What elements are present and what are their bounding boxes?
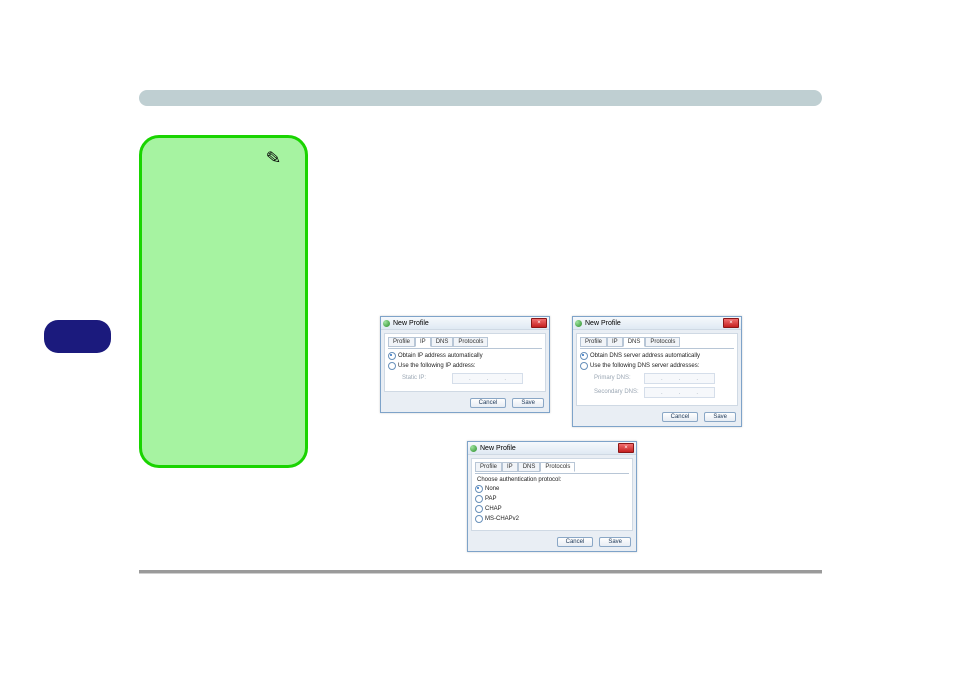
ip-manual-label: Use the following IP address: [398, 363, 476, 369]
ip-auto-label: Obtain IP address automatically [398, 353, 483, 359]
dns-auto-label: Obtain DNS server address automatically [590, 353, 700, 359]
tab-ip[interactable]: IP [607, 337, 623, 347]
radio-proto-none[interactable] [475, 485, 483, 493]
radio-proto-chap[interactable] [475, 505, 483, 513]
tab-dns[interactable]: DNS [518, 462, 541, 472]
dns-manual-label: Use the following DNS server addresses: [590, 363, 699, 369]
tab-profile[interactable]: Profile [580, 337, 607, 347]
radio-ip-manual[interactable] [388, 362, 396, 370]
dialog-title: New Profile [480, 445, 516, 452]
tabs: Profile IP DNS Protocols [580, 336, 734, 346]
radio-dns-auto[interactable] [580, 352, 588, 360]
side-pill [44, 320, 111, 353]
auth-heading: Choose authentication protocol: [477, 477, 629, 483]
tab-dns[interactable]: DNS [623, 337, 646, 347]
cancel-button[interactable]: Cancel [662, 412, 699, 422]
tab-protocols[interactable]: Protocols [540, 462, 575, 472]
tab-ip[interactable]: IP [502, 462, 518, 472]
new-profile-dialog-ip: New Profile × Profile IP DNS Protocols O… [380, 316, 550, 413]
proto-chap-label: CHAP [485, 506, 502, 512]
save-button[interactable]: Save [512, 398, 544, 408]
tab-protocols[interactable]: Protocols [453, 337, 488, 347]
static-ip-field[interactable]: ... [452, 373, 523, 384]
tab-profile[interactable]: Profile [388, 337, 415, 347]
secondary-dns-label: Secondary DNS: [594, 389, 644, 395]
dialog-title-bar[interactable]: New Profile × [573, 317, 741, 330]
tabs: Profile IP DNS Protocols [388, 336, 542, 346]
dialog-title-bar[interactable]: New Profile × [381, 317, 549, 330]
proto-none-label: None [485, 486, 499, 492]
save-button[interactable]: Save [704, 412, 736, 422]
primary-dns-label: Primary DNS: [594, 375, 644, 381]
globe-icon [470, 445, 477, 452]
close-button[interactable]: × [723, 318, 739, 328]
footer-rule [139, 570, 822, 573]
cancel-button[interactable]: Cancel [470, 398, 507, 408]
cancel-button[interactable]: Cancel [557, 537, 594, 547]
globe-icon [575, 320, 582, 327]
radio-proto-pap[interactable] [475, 495, 483, 503]
tab-protocols[interactable]: Protocols [645, 337, 680, 347]
tab-dns[interactable]: DNS [431, 337, 454, 347]
secondary-dns-field[interactable]: ... [644, 387, 715, 398]
dialog-title: New Profile [393, 320, 429, 327]
globe-icon [383, 320, 390, 327]
tab-profile[interactable]: Profile [475, 462, 502, 472]
close-button[interactable]: × [531, 318, 547, 328]
radio-proto-mschapv2[interactable] [475, 515, 483, 523]
proto-mschapv2-label: MS-CHAPv2 [485, 516, 519, 522]
pen-icon: ✎ [265, 147, 282, 169]
dialog-title-bar[interactable]: New Profile × [468, 442, 636, 455]
save-button[interactable]: Save [599, 537, 631, 547]
dialog-title: New Profile [585, 320, 621, 327]
header-bar [139, 90, 822, 106]
static-ip-label: Static IP: [402, 375, 452, 381]
note-box: ✎ [139, 135, 308, 468]
primary-dns-field[interactable]: ... [644, 373, 715, 384]
tabs: Profile IP DNS Protocols [475, 461, 629, 471]
new-profile-dialog-dns: New Profile × Profile IP DNS Protocols O… [572, 316, 742, 427]
close-button[interactable]: × [618, 443, 634, 453]
tab-ip[interactable]: IP [415, 337, 431, 347]
radio-ip-auto[interactable] [388, 352, 396, 360]
radio-dns-manual[interactable] [580, 362, 588, 370]
new-profile-dialog-protocols: New Profile × Profile IP DNS Protocols C… [467, 441, 637, 552]
proto-pap-label: PAP [485, 496, 497, 502]
